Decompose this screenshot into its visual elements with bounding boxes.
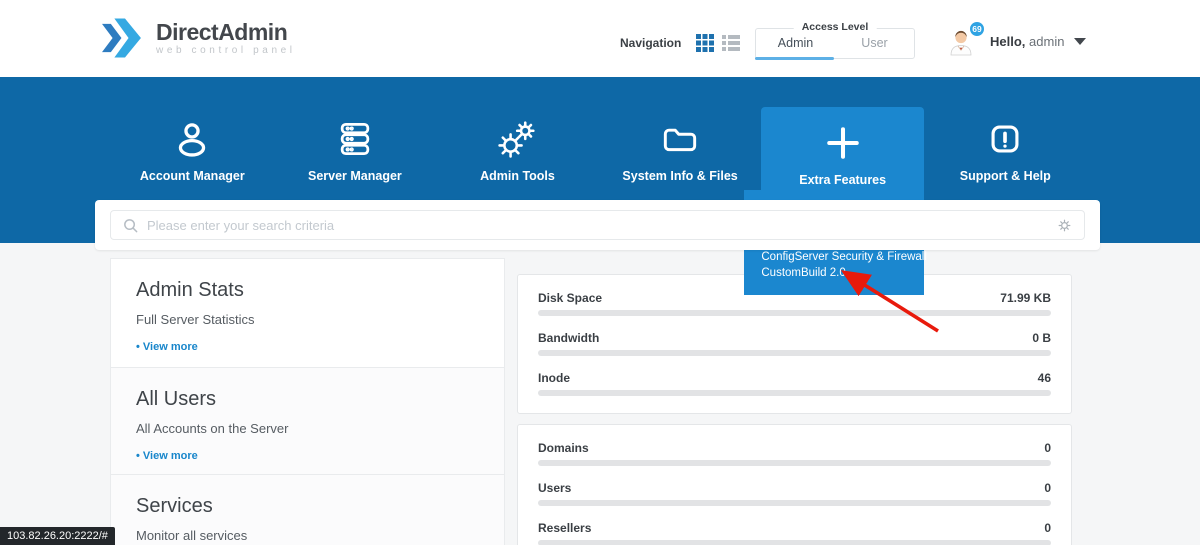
list-view-icon[interactable] [721, 33, 741, 53]
logo-subtitle: web control panel [156, 45, 296, 56]
notification-badge: 69 [968, 20, 986, 38]
alert-icon [983, 117, 1027, 161]
stat-value: 0 [1044, 481, 1051, 495]
folder-icon [658, 117, 702, 161]
directadmin-logo[interactable]: DirectAdmin web control panel [102, 18, 296, 58]
nav-item-label: Support & Help [960, 169, 1051, 183]
section-subtitle: Full Server Statistics [136, 312, 479, 327]
search-icon [122, 217, 139, 234]
greeting-text: Hello, [990, 34, 1025, 49]
nav-item-label: Extra Features [799, 173, 886, 187]
active-tab-underline [755, 57, 834, 60]
avatar: 69 [946, 26, 976, 56]
usage-card: Disk Space 71.99 KB Bandwidth 0 B Inode … [517, 274, 1072, 414]
progress-bar [538, 460, 1051, 466]
gears-icon [495, 117, 539, 161]
stat-value: 0 [1044, 441, 1051, 455]
usage-row-inode: Inode 46 [538, 371, 1051, 396]
search-card [95, 200, 1100, 250]
stat-value: 71.99 KB [1000, 291, 1051, 305]
nav-item-label: System Info & Files [622, 169, 737, 183]
stat-label: Inode [538, 371, 570, 385]
sidebar-card-admin-stats[interactable]: Admin Stats Full Server Statistics • Vie… [110, 258, 505, 368]
stat-label: Resellers [538, 521, 591, 535]
nav-item-label: Server Manager [308, 169, 402, 183]
search-input[interactable] [147, 218, 1056, 233]
usage-row-bandwidth: Bandwidth 0 B [538, 331, 1051, 356]
stat-label: Users [538, 481, 571, 495]
section-title: Services [136, 495, 479, 518]
search-settings-gear-icon[interactable] [1056, 217, 1073, 234]
progress-bar [538, 540, 1051, 545]
server-icon [333, 117, 377, 161]
stat-label: Disk Space [538, 291, 602, 305]
user-menu[interactable]: 69 Hello, admin [946, 26, 1086, 56]
section-subtitle: All Accounts on the Server [136, 421, 479, 436]
nav-item-label: Account Manager [140, 169, 245, 183]
sidebar-card-all-users[interactable]: All Users All Accounts on the Server • V… [110, 367, 505, 475]
section-subtitle: Monitor all services [136, 528, 479, 543]
plus-icon [821, 121, 865, 165]
access-tab-user[interactable]: User [835, 29, 914, 58]
dropdown-item-custombuild[interactable]: CustomBuild 2.0 [761, 265, 924, 281]
sidebar-card-services[interactable]: Services Monitor all services [110, 474, 505, 545]
top-header: DirectAdmin web control panel Navigation… [0, 0, 1200, 77]
link-preview-statusbar: 103.82.26.20:2222/# [0, 527, 115, 545]
accounts-card: Domains 0 Users 0 Resellers 0 [517, 424, 1072, 545]
chevron-down-icon [1074, 38, 1086, 45]
access-tab-admin[interactable]: Admin [756, 29, 835, 58]
dropdown-item-configserver[interactable]: ConfigServer Security & Firewall [761, 249, 924, 265]
grid-view-icon[interactable] [695, 33, 715, 53]
stats-row-resellers: Resellers 0 [538, 521, 1051, 545]
stats-row-domains: Domains 0 [538, 441, 1051, 466]
section-title: Admin Stats [136, 279, 479, 302]
nav-item-label: Admin Tools [480, 169, 555, 183]
stat-label: Domains [538, 441, 589, 455]
stat-value: 0 [1044, 521, 1051, 535]
progress-bar [538, 390, 1051, 396]
directadmin-logo-icon [102, 18, 148, 58]
stat-value: 0 B [1032, 331, 1051, 345]
view-more-link[interactable]: • View more [136, 450, 198, 462]
progress-bar [538, 310, 1051, 316]
username: admin [1029, 34, 1064, 49]
view-more-link[interactable]: • View more [136, 341, 198, 353]
section-title: All Users [136, 388, 479, 411]
user-icon [170, 117, 214, 161]
access-level-switch: Access Level Admin User [755, 28, 915, 59]
progress-bar [538, 350, 1051, 356]
stat-value: 46 [1038, 371, 1051, 385]
logo-title: DirectAdmin [156, 20, 296, 44]
navigation-label: Navigation [620, 33, 681, 53]
stat-label: Bandwidth [538, 331, 599, 345]
search-box [110, 210, 1085, 240]
progress-bar [538, 500, 1051, 506]
stats-row-users: Users 0 [538, 481, 1051, 506]
